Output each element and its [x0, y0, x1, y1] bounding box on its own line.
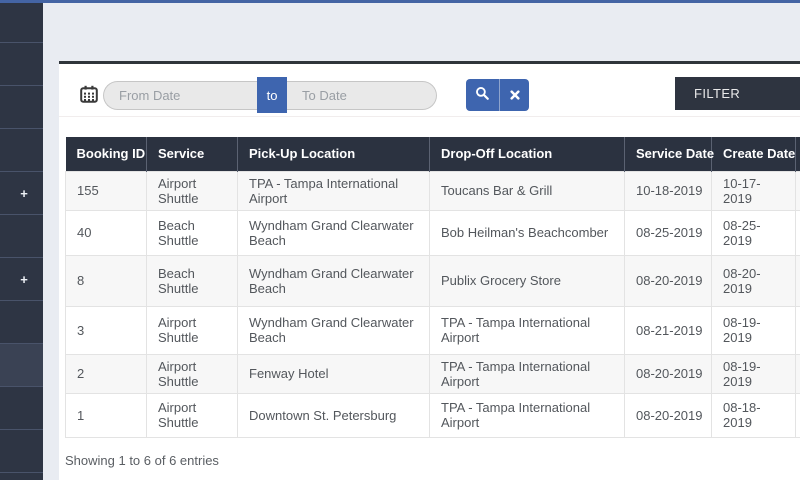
table-row[interactable]: 2 Airport Shuttle Fenway Hotel TPA - Tam… [65, 353, 800, 394]
cell-booking-id: 2 [65, 353, 147, 394]
cell-create-date: 08-20-2019 [711, 254, 796, 307]
cell-pickup: Wyndham Grand Clearwater Beach [237, 209, 430, 256]
to-connector-label: to [266, 87, 278, 103]
clear-dates-button[interactable] [500, 79, 529, 111]
sidebar-item-6[interactable] [0, 215, 43, 258]
cell-pickup: Downtown St. Petersburg [237, 392, 430, 438]
sidebar-item-9[interactable] [0, 344, 43, 387]
cell-booking-id: 1 [65, 392, 147, 438]
table-row[interactable]: 1 Airport Shuttle Downtown St. Petersbur… [65, 392, 800, 438]
table-header-row: Booking ID Service Pick-Up Location Drop… [65, 137, 800, 171]
table-row[interactable]: 40 Beach Shuttle Wyndham Grand Clearwate… [65, 209, 800, 256]
cell-cutoff [795, 209, 800, 256]
column-header-booking-id[interactable]: Booking ID [65, 137, 147, 171]
cell-service: Airport Shuttle [146, 392, 238, 438]
cell-dropoff: TPA - Tampa International Airport [429, 353, 625, 394]
calendar-icon [80, 85, 98, 103]
cell-booking-id: 155 [65, 170, 147, 211]
column-header-service-date[interactable]: Service Date [624, 137, 714, 171]
sidebar: + + [0, 3, 43, 480]
cell-cutoff [795, 353, 800, 394]
plus-icon: + [20, 271, 28, 287]
column-header-cutoff[interactable] [795, 137, 800, 171]
date-range-to-connector: to [257, 77, 287, 113]
search-button-group [466, 79, 529, 111]
cell-service: Airport Shuttle [146, 305, 238, 355]
sidebar-item-1[interactable] [0, 3, 43, 43]
search-button[interactable] [466, 79, 500, 111]
column-header-dropoff-location[interactable]: Drop-Off Location [429, 137, 625, 171]
cell-cutoff [795, 392, 800, 438]
cell-service: Beach Shuttle [146, 209, 238, 256]
to-date-input[interactable] [287, 81, 437, 110]
bookings-table-container: Booking ID Service Pick-Up Location Drop… [65, 137, 800, 438]
sidebar-item-3[interactable] [0, 86, 43, 129]
cell-create-date: 08-18-2019 [711, 392, 796, 438]
table-row[interactable]: 8 Beach Shuttle Wyndham Grand Clearwater… [65, 254, 800, 307]
bookings-table: Booking ID Service Pick-Up Location Drop… [65, 137, 800, 438]
sidebar-item-11[interactable] [0, 430, 43, 473]
sidebar-item-7[interactable]: + [0, 258, 43, 301]
cell-cutoff [795, 305, 800, 355]
cell-dropoff: Toucans Bar & Grill [429, 170, 625, 211]
date-filter-bar: to FILTER [59, 64, 800, 117]
cell-cutoff [795, 170, 800, 211]
cell-create-date: 08-19-2019 [711, 353, 796, 394]
column-header-service[interactable]: Service [146, 137, 238, 171]
top-accent-bar [0, 0, 800, 3]
close-icon [509, 88, 520, 103]
cell-pickup: Fenway Hotel [237, 353, 430, 394]
cell-create-date: 08-25-2019 [711, 209, 796, 256]
cell-booking-id: 3 [65, 305, 147, 355]
search-icon [475, 86, 490, 104]
sidebar-item-5[interactable]: + [0, 172, 43, 215]
cell-booking-id: 40 [65, 209, 147, 256]
cell-service: Beach Shuttle [146, 254, 238, 307]
cell-dropoff: TPA - Tampa International Airport [429, 392, 625, 438]
cell-service: Airport Shuttle [146, 353, 238, 394]
sidebar-item-2[interactable] [0, 43, 43, 86]
cell-service-date: 08-20-2019 [624, 392, 712, 438]
cell-pickup: Wyndham Grand Clearwater Beach [237, 254, 430, 307]
entries-summary: Showing 1 to 6 of 6 entries [65, 452, 219, 468]
cell-service-date: 08-20-2019 [624, 254, 712, 307]
sidebar-item-4[interactable] [0, 129, 43, 172]
from-date-input[interactable] [103, 81, 257, 110]
sidebar-item-8[interactable] [0, 301, 43, 344]
column-header-pickup-location[interactable]: Pick-Up Location [237, 137, 430, 171]
column-header-create-date[interactable]: Create Date [711, 137, 796, 171]
cell-create-date: 08-19-2019 [711, 305, 796, 355]
table-row[interactable]: 3 Airport Shuttle Wyndham Grand Clearwat… [65, 305, 800, 355]
filter-button[interactable]: FILTER [675, 77, 800, 110]
cell-dropoff: Bob Heilman's Beachcomber [429, 209, 625, 256]
table-row[interactable]: 155 Airport Shuttle TPA - Tampa Internat… [65, 170, 800, 211]
cell-booking-id: 8 [65, 254, 147, 307]
cell-dropoff: TPA - Tampa International Airport [429, 305, 625, 355]
bookings-panel: to FILTER [59, 61, 800, 480]
cell-service-date: 08-25-2019 [624, 209, 712, 256]
cell-create-date: 10-17-2019 [711, 170, 796, 211]
cell-service-date: 08-20-2019 [624, 353, 712, 394]
plus-icon: + [20, 185, 28, 201]
cell-pickup: Wyndham Grand Clearwater Beach [237, 305, 430, 355]
cell-service-date: 08-21-2019 [624, 305, 712, 355]
cell-cutoff [795, 254, 800, 307]
cell-service: Airport Shuttle [146, 170, 238, 211]
sidebar-item-10[interactable] [0, 387, 43, 430]
cell-pickup: TPA - Tampa International Airport [237, 170, 430, 211]
cell-service-date: 10-18-2019 [624, 170, 712, 211]
cell-dropoff: Publix Grocery Store [429, 254, 625, 307]
